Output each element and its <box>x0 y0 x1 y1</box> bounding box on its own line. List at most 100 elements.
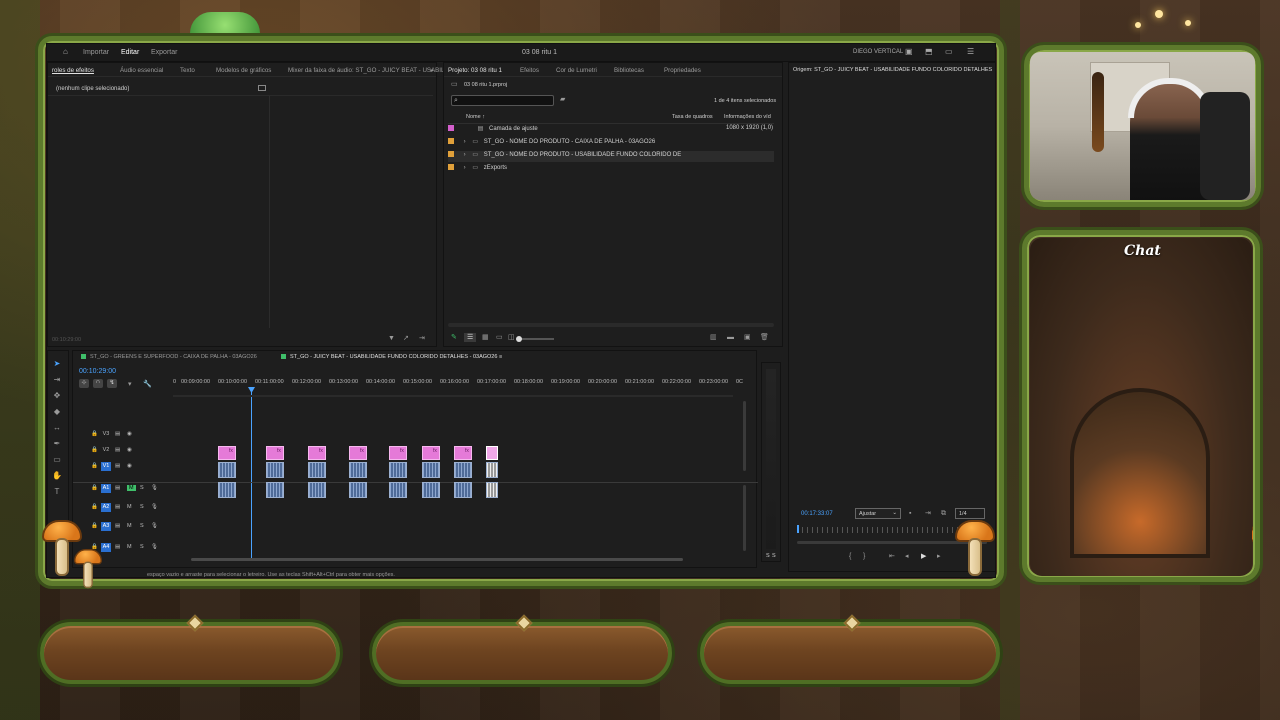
project-item[interactable]: › ▭ ST_GO - NOME DO PRODUTO - CAIXA DE P… <box>448 138 774 149</box>
eye-icon[interactable]: ◉ <box>127 431 132 437</box>
adjustment-clip[interactable]: fx <box>266 446 284 460</box>
mute-button[interactable]: M <box>127 485 136 491</box>
hand-icon[interactable]: ✋ <box>52 471 62 481</box>
project-search-input[interactable]: ⌕ <box>451 95 554 106</box>
sync-lock-icon[interactable]: ▤ <box>115 431 120 437</box>
quick-export-icon[interactable]: ⬒ <box>925 47 933 56</box>
label-color-swatch[interactable] <box>448 125 454 131</box>
timeline-vscroll[interactable] <box>743 401 746 471</box>
timeline-hscroll[interactable] <box>191 558 683 561</box>
audio-clip[interactable] <box>349 482 367 498</box>
microphone-icon[interactable]: 🎙 <box>151 485 158 491</box>
col-name[interactable]: Nome ↑ <box>466 114 485 120</box>
audio-clip[interactable] <box>454 482 472 498</box>
icon-view-icon[interactable]: ▦ <box>482 334 489 341</box>
tab-audio-track-mixer[interactable]: Mixer da faixa de áudio: ST_GO - JUICY B… <box>288 67 451 74</box>
razor-icon[interactable]: ◆ <box>52 407 62 417</box>
timeline-vscroll-audio[interactable] <box>743 485 746 551</box>
tab-text[interactable]: Texto <box>180 67 195 74</box>
lock-icon[interactable]: 🔒 <box>91 447 98 453</box>
type-icon[interactable]: T <box>52 487 62 497</box>
freeform-view-icon[interactable]: ▭ <box>496 334 503 341</box>
adjustment-clip[interactable]: fx <box>218 446 236 460</box>
solo-left[interactable]: S <box>766 553 770 559</box>
mute-button[interactable]: M <box>127 544 132 550</box>
mute-button[interactable]: M <box>127 504 132 510</box>
work-area-bar[interactable] <box>173 395 733 397</box>
mark-out-icon[interactable]: } <box>863 553 865 560</box>
video-clip[interactable] <box>389 462 407 478</box>
project-item[interactable]: ▤ Camada de ajuste 1080 x 1920 (1,0) <box>448 125 774 136</box>
project-item[interactable]: › ▭ ST_GO - NOME DO PRODUTO - USABILIDAD… <box>448 151 774 162</box>
mark-in-icon[interactable]: { <box>849 553 851 560</box>
video-clip[interactable] <box>349 462 367 478</box>
go-to-in-icon[interactable]: ⇤ <box>889 553 895 560</box>
label-color-swatch[interactable] <box>448 151 454 157</box>
lock-icon[interactable]: 🔒 <box>91 485 98 491</box>
microphone-icon[interactable]: 🎙 <box>151 504 158 510</box>
sync-lock-icon[interactable]: ▤ <box>115 523 120 529</box>
panel-menu-icon[interactable] <box>258 85 266 91</box>
audio-clip[interactable] <box>486 482 498 498</box>
adjustment-clip[interactable] <box>486 446 498 460</box>
col-video-info[interactable]: Informações do víd <box>724 114 771 120</box>
new-bin-icon[interactable]: ▬ <box>727 334 734 341</box>
selection-tool-icon[interactable]: ➤ <box>52 359 62 369</box>
settings-icon[interactable]: ☰ <box>967 47 974 56</box>
mute-button[interactable]: M <box>127 523 132 529</box>
snap-button[interactable]: ⊹ <box>79 379 89 388</box>
step-forward-icon[interactable]: ▸ <box>937 553 941 560</box>
linked-selection-button[interactable]: ∩ <box>93 379 103 388</box>
tab-lumetri-color[interactable]: Cor de Lumetri <box>556 67 597 74</box>
tab-effect-controls[interactable]: roles de efeitos <box>52 67 94 74</box>
track-label[interactable]: V1 <box>101 462 111 471</box>
sort-icon[interactable]: ◫ <box>508 334 515 341</box>
tab-libraries[interactable]: Bibliotecas <box>614 67 644 74</box>
write-icon[interactable]: ✎ <box>451 334 457 341</box>
export-icon[interactable]: ↗ <box>403 335 409 342</box>
play-icon[interactable]: ▶ <box>921 553 926 560</box>
playhead[interactable] <box>251 389 252 561</box>
sync-lock-icon[interactable]: ▤ <box>115 463 120 469</box>
track-label[interactable]: V3 <box>101 430 111 439</box>
workspace-label[interactable]: DIEGO VERTICAL <box>853 49 903 55</box>
automate-icon[interactable]: ▥ <box>710 334 717 341</box>
zoom-slider[interactable] <box>516 336 554 342</box>
lock-icon[interactable]: 🔒 <box>91 463 98 469</box>
solo-button[interactable]: S <box>140 504 144 510</box>
expand-chevron-icon[interactable]: › <box>464 139 466 145</box>
pen-icon[interactable]: ✒ <box>52 439 62 449</box>
audio-clip[interactable] <box>422 482 440 498</box>
home-icon[interactable]: ⌂ <box>63 47 68 56</box>
delete-icon[interactable]: 🗑 <box>760 334 769 341</box>
col-frame-rate[interactable]: Taxa de quadros <box>672 114 713 120</box>
sync-lock-icon[interactable]: ▤ <box>115 504 120 510</box>
label-color-swatch[interactable] <box>448 138 454 144</box>
zoom-slider-handle[interactable] <box>516 336 522 342</box>
eye-icon[interactable]: ◉ <box>127 447 132 453</box>
timeline-tab-greens[interactable]: ST_GO - GREENS E SUPERFOOD - CAIXA DE PA… <box>81 354 257 360</box>
quality-dropdown[interactable]: 1/4 <box>955 508 985 519</box>
menu-edit[interactable]: Editar <box>121 49 139 56</box>
project-item[interactable]: › ▭ zExports <box>448 164 774 175</box>
timeline-ruler[interactable]: 0 00:09:00:00 00:10:00:00 00:11:00:00 00:12:… <box>173 379 748 393</box>
adjustment-clip[interactable]: fx <box>308 446 326 460</box>
solo-button[interactable]: S <box>140 544 144 550</box>
sync-lock-icon[interactable]: ▤ <box>115 485 120 491</box>
microphone-icon[interactable]: 🎙 <box>151 544 158 550</box>
microphone-icon[interactable]: 🎙 <box>151 523 158 529</box>
lock-icon[interactable]: 🔒 <box>91 504 98 510</box>
track-label[interactable]: A4 <box>101 543 111 552</box>
settings-wrench-icon[interactable]: ▪ <box>909 510 911 517</box>
insert-icon[interactable]: ⇥ <box>925 510 931 517</box>
expand-chevron-icon[interactable]: › <box>464 165 466 171</box>
menu-export[interactable]: Exportar <box>151 49 177 56</box>
tab-properties[interactable]: Propriedades <box>664 67 701 74</box>
audio-clip[interactable] <box>266 482 284 498</box>
overwrite-icon[interactable]: ⧉ <box>941 510 946 517</box>
adjustment-clip[interactable]: fx <box>389 446 407 460</box>
new-item-icon[interactable]: ▣ <box>744 334 751 341</box>
eye-icon[interactable]: ◉ <box>127 463 132 469</box>
video-clip[interactable] <box>454 462 472 478</box>
more-tabs-icon[interactable]: » <box>430 67 433 74</box>
